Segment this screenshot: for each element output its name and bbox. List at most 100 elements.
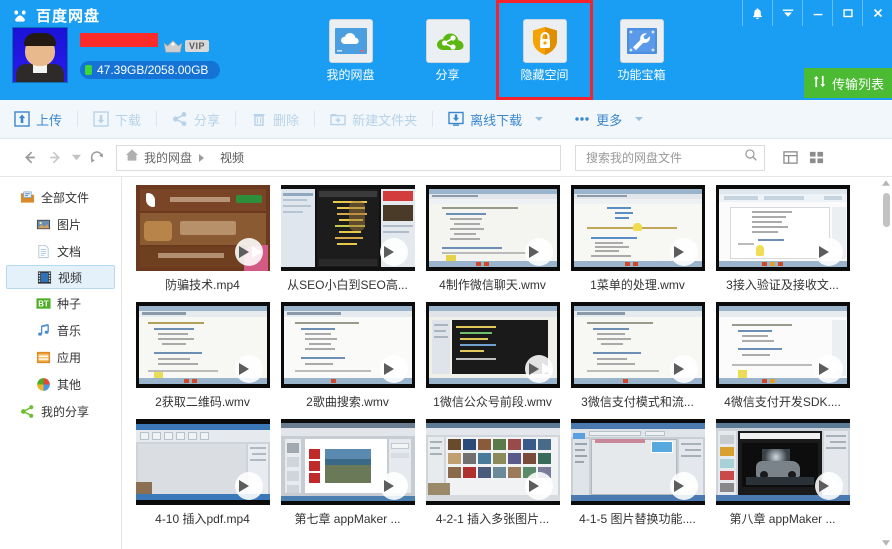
close-icon[interactable] <box>862 0 892 26</box>
new-folder-icon <box>330 111 346 127</box>
file-name: 4-10 插入pdf.mp4 <box>155 512 250 526</box>
file-item[interactable]: 4微信支付开发SDK.... <box>710 302 855 410</box>
file-item[interactable]: 1微信公众号前段.wmv <box>420 302 565 410</box>
download-button[interactable]: 下载 <box>93 110 141 129</box>
file-item[interactable]: 2获取二维码.wmv <box>130 302 275 410</box>
sidebar-item-applications[interactable]: 应用 <box>6 344 115 370</box>
file-thumbnail <box>135 302 270 388</box>
maximize-icon[interactable] <box>832 0 862 26</box>
grid-view-button[interactable] <box>805 147 827 169</box>
more-dots-icon <box>574 111 590 127</box>
chevron-down-icon[interactable] <box>635 117 644 121</box>
file-item[interactable]: 4-1-5 图片替换功能.... <box>565 419 710 527</box>
user-info <box>80 33 158 47</box>
sidebar-item-my-share[interactable]: 我的分享 <box>6 398 115 424</box>
forward-button[interactable] <box>42 145 68 171</box>
home-icon[interactable] <box>125 148 139 167</box>
file-item[interactable]: 4-10 插入pdf.mp4 <box>130 419 275 527</box>
search-input[interactable] <box>586 150 744 165</box>
sidebar-item-videos[interactable]: 视频 <box>6 265 115 289</box>
sidebar-item-label: 我的分享 <box>41 404 90 419</box>
file-thumbnail <box>280 419 415 505</box>
file-thumbnail <box>135 185 270 271</box>
sidebar: 全部文件 图片 文档 视频 BT 种子 音乐 应用 其他 我的分享 <box>0 177 122 549</box>
transfer-list-button[interactable]: 传输列表 <box>803 68 892 98</box>
breadcrumb[interactable]: 我的网盘 视频 <box>116 144 561 171</box>
search-icon[interactable] <box>744 148 758 167</box>
sidebar-item-label: 全部文件 <box>41 190 90 205</box>
share-cloud-icon <box>425 19 470 63</box>
refresh-button[interactable] <box>84 145 110 171</box>
more-button[interactable]: 更多 <box>574 110 644 129</box>
minimize-icon[interactable] <box>802 0 832 26</box>
file-thumbnail <box>425 419 560 505</box>
file-item[interactable]: 4-2-1 插入多张图片... <box>420 419 565 527</box>
file-item[interactable]: 1菜单的处理.wmv <box>565 185 710 293</box>
offline-download-button[interactable]: 离线下载 <box>448 110 544 129</box>
file-thumbnail <box>570 419 705 505</box>
transfer-list-label: 传输列表 <box>831 76 884 92</box>
file-name: 4-2-1 插入多张图片... <box>435 512 550 526</box>
bell-icon[interactable] <box>742 0 772 26</box>
new-folder-button[interactable]: 新建文件夹 <box>330 110 417 129</box>
main-nav: 我的网盘 分享 隐藏空间 功能宝箱 <box>302 0 690 100</box>
nav-item-share[interactable]: 分享 <box>399 0 496 100</box>
play-overlay-icon <box>524 472 553 500</box>
sidebar-item-documents[interactable]: 文档 <box>6 238 115 264</box>
sidebar-item-all-files[interactable]: 全部文件 <box>6 184 115 210</box>
baidu-cloud-logo-icon <box>10 6 30 26</box>
quota-bar-icon <box>85 65 92 75</box>
file-item[interactable]: 2歌曲搜索.wmv <box>275 302 420 410</box>
breadcrumb-item-root[interactable]: 我的网盘 <box>144 149 192 166</box>
sidebar-item-label: 种子 <box>57 296 82 311</box>
wrench-toolbox-icon <box>619 19 664 63</box>
nav-item-my-netdisk[interactable]: 我的网盘 <box>302 0 399 100</box>
caret-down-icon[interactable] <box>880 537 892 549</box>
file-item[interactable]: 4制作微信聊天.wmv <box>420 185 565 293</box>
sidebar-item-torrents[interactable]: BT 种子 <box>6 290 115 316</box>
file-item[interactable]: 防骗技术.mp4 <box>130 185 275 293</box>
file-grid: 防骗技术.mp4 从SEO小白到SEO高... 4制作微信聊天.wmv 1菜单的… <box>122 177 892 536</box>
avatar[interactable] <box>12 27 68 83</box>
file-item[interactable]: 3接入验证及接收文... <box>710 185 855 293</box>
file-item[interactable]: 3微信支付模式和流... <box>565 302 710 410</box>
toolbar-label: 上传 <box>36 112 63 128</box>
file-thumbnail <box>715 419 850 505</box>
nav-item-label: 隐藏空间 <box>520 68 569 82</box>
caret-up-icon[interactable] <box>880 177 892 189</box>
crown-icon <box>162 38 184 54</box>
nav-item-toolbox[interactable]: 功能宝箱 <box>593 0 690 100</box>
back-button[interactable] <box>16 145 42 171</box>
list-view-button[interactable] <box>779 147 801 169</box>
breadcrumb-item-current[interactable]: 视频 <box>220 149 244 166</box>
history-dropdown-button[interactable] <box>68 145 84 171</box>
toolbar-label: 新建文件夹 <box>352 112 418 128</box>
file-item[interactable]: 第七章 appMaker ... <box>275 419 420 527</box>
delete-button[interactable]: 删除 <box>251 110 299 129</box>
document-icon <box>36 244 51 259</box>
download-icon <box>93 111 109 127</box>
file-item[interactable]: 第八章 appMaker ... <box>710 419 855 527</box>
search-box[interactable] <box>575 144 765 171</box>
file-thumbnail <box>425 185 560 271</box>
app-header: 百度网盘 VIP 47.39GB/2058.00GB 我的网盘 分享 隐藏空间 … <box>0 0 892 100</box>
brand: 百度网盘 <box>10 5 100 26</box>
toolbar-divider <box>314 111 316 127</box>
bt-seed-icon: BT <box>36 296 51 311</box>
sidebar-item-other[interactable]: 其他 <box>6 371 115 397</box>
chevron-down-icon[interactable] <box>772 0 802 26</box>
upload-button[interactable]: 上传 <box>14 110 62 129</box>
vertical-scrollbar[interactable] <box>880 177 892 549</box>
avatar-hair <box>24 33 56 46</box>
vip-badge[interactable]: VIP <box>162 38 210 54</box>
scrollbar-thumb[interactable] <box>883 193 890 227</box>
storage-quota[interactable]: 47.39GB/2058.00GB <box>80 61 220 79</box>
file-item[interactable]: 从SEO小白到SEO高... <box>275 185 420 293</box>
sidebar-item-pictures[interactable]: 图片 <box>6 211 115 237</box>
chevron-down-icon[interactable] <box>535 117 544 121</box>
share-button[interactable]: 分享 <box>172 110 220 129</box>
file-name: 4制作微信聊天.wmv <box>439 278 546 292</box>
sidebar-item-music[interactable]: 音乐 <box>6 317 115 343</box>
nav-item-hidden-space[interactable]: 隐藏空间 <box>496 0 593 100</box>
play-overlay-icon <box>814 472 843 500</box>
